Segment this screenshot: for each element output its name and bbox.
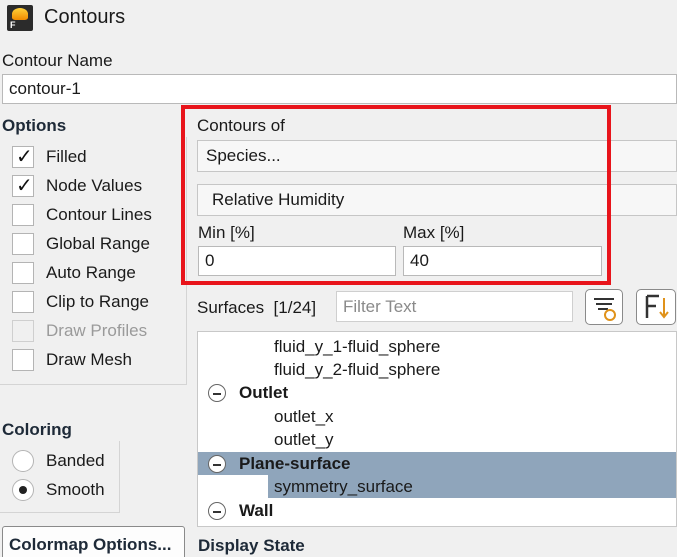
colormap-options-button[interactable]: Colormap Options... bbox=[2, 526, 185, 557]
option-clip-to-range[interactable]: Clip to Range bbox=[12, 290, 149, 314]
contour-lines-checkbox[interactable] bbox=[12, 204, 34, 226]
auto-range-checkbox[interactable] bbox=[12, 262, 34, 284]
option-node-values[interactable]: ✓ Node Values bbox=[12, 174, 142, 198]
option-draw-profiles: Draw Profiles bbox=[12, 319, 147, 343]
fluent-app-icon: F bbox=[7, 5, 33, 31]
draw-mesh-checkbox[interactable] bbox=[12, 349, 34, 371]
global-range-checkbox[interactable] bbox=[12, 233, 34, 255]
window-title: Contours bbox=[44, 6, 126, 28]
coloring-panel: Banded Smooth bbox=[0, 441, 120, 513]
tree-group-wall[interactable]: Wall bbox=[239, 499, 273, 522]
node-values-checkbox[interactable]: ✓ bbox=[12, 175, 34, 197]
tree-item-surface-selected[interactable]: symmetry_surface bbox=[274, 475, 413, 498]
sort-surfaces-button[interactable] bbox=[636, 289, 676, 325]
option-label: Draw Profiles bbox=[46, 321, 148, 340]
option-label: Global Range bbox=[46, 234, 150, 253]
collapse-icon[interactable] bbox=[208, 502, 226, 520]
coloring-banded[interactable]: Banded bbox=[12, 449, 105, 473]
option-draw-mesh[interactable]: Draw Mesh bbox=[12, 348, 132, 372]
clip-to-range-checkbox[interactable] bbox=[12, 291, 34, 313]
filter-placeholder: Filter Text bbox=[343, 296, 417, 316]
select-filter-button[interactable] bbox=[585, 289, 623, 325]
contour-name-input[interactable]: contour-1 bbox=[2, 74, 677, 104]
coloring-smooth[interactable]: Smooth bbox=[12, 478, 105, 502]
option-filled[interactable]: ✓ Filled bbox=[12, 145, 87, 169]
option-label: Auto Range bbox=[46, 263, 136, 282]
surfaces-label: Surfaces [1/24] bbox=[197, 298, 317, 317]
tree-item-surface[interactable]: fluid_y_2-fluid_sphere bbox=[274, 358, 440, 381]
contour-name-value: contour-1 bbox=[9, 79, 81, 98]
options-heading: Options bbox=[2, 116, 67, 135]
contour-name-label: Contour Name bbox=[2, 51, 113, 70]
tree-group-plane-surface[interactable]: Plane-surface bbox=[239, 452, 351, 475]
option-label: Clip to Range bbox=[46, 292, 150, 311]
tree-item-surface[interactable]: outlet_y bbox=[274, 428, 334, 451]
option-auto-range[interactable]: Auto Range bbox=[12, 261, 136, 285]
filter-list-icon bbox=[594, 298, 616, 321]
draw-profiles-checkbox bbox=[12, 320, 34, 342]
option-contour-lines[interactable]: Contour Lines bbox=[12, 203, 152, 227]
display-state-heading: Display State bbox=[198, 536, 305, 555]
highlight-box bbox=[181, 105, 611, 285]
surfaces-count: [1/24] bbox=[273, 298, 317, 317]
collapse-icon[interactable] bbox=[208, 384, 226, 402]
option-label: Draw Mesh bbox=[46, 350, 132, 369]
tree-item-surface[interactable]: fluid_y_1-fluid_sphere bbox=[274, 335, 440, 358]
smooth-radio[interactable] bbox=[12, 479, 34, 501]
tree-item-surface[interactable]: outlet_x bbox=[274, 405, 334, 428]
banded-radio[interactable] bbox=[12, 450, 34, 472]
option-label: Filled bbox=[46, 147, 87, 166]
option-label: Node Values bbox=[46, 176, 143, 195]
option-global-range[interactable]: Global Range bbox=[12, 232, 150, 256]
coloring-heading: Coloring bbox=[2, 420, 72, 439]
tree-group-outlet[interactable]: Outlet bbox=[239, 381, 288, 404]
title-bar: F Contours bbox=[0, 0, 677, 38]
surface-filter-input[interactable]: Filter Text bbox=[336, 291, 573, 322]
option-label: Contour Lines bbox=[46, 205, 152, 224]
sort-icon bbox=[645, 294, 669, 319]
radio-label: Smooth bbox=[46, 480, 105, 499]
radio-label: Banded bbox=[46, 451, 105, 470]
filled-checkbox[interactable]: ✓ bbox=[12, 146, 34, 168]
surfaces-tree[interactable]: fluid_y_1-fluid_sphere fluid_y_2-fluid_s… bbox=[197, 331, 677, 527]
options-panel: ✓ Filled ✓ Node Values Contour Lines Glo… bbox=[0, 137, 187, 385]
collapse-icon[interactable] bbox=[208, 455, 226, 473]
